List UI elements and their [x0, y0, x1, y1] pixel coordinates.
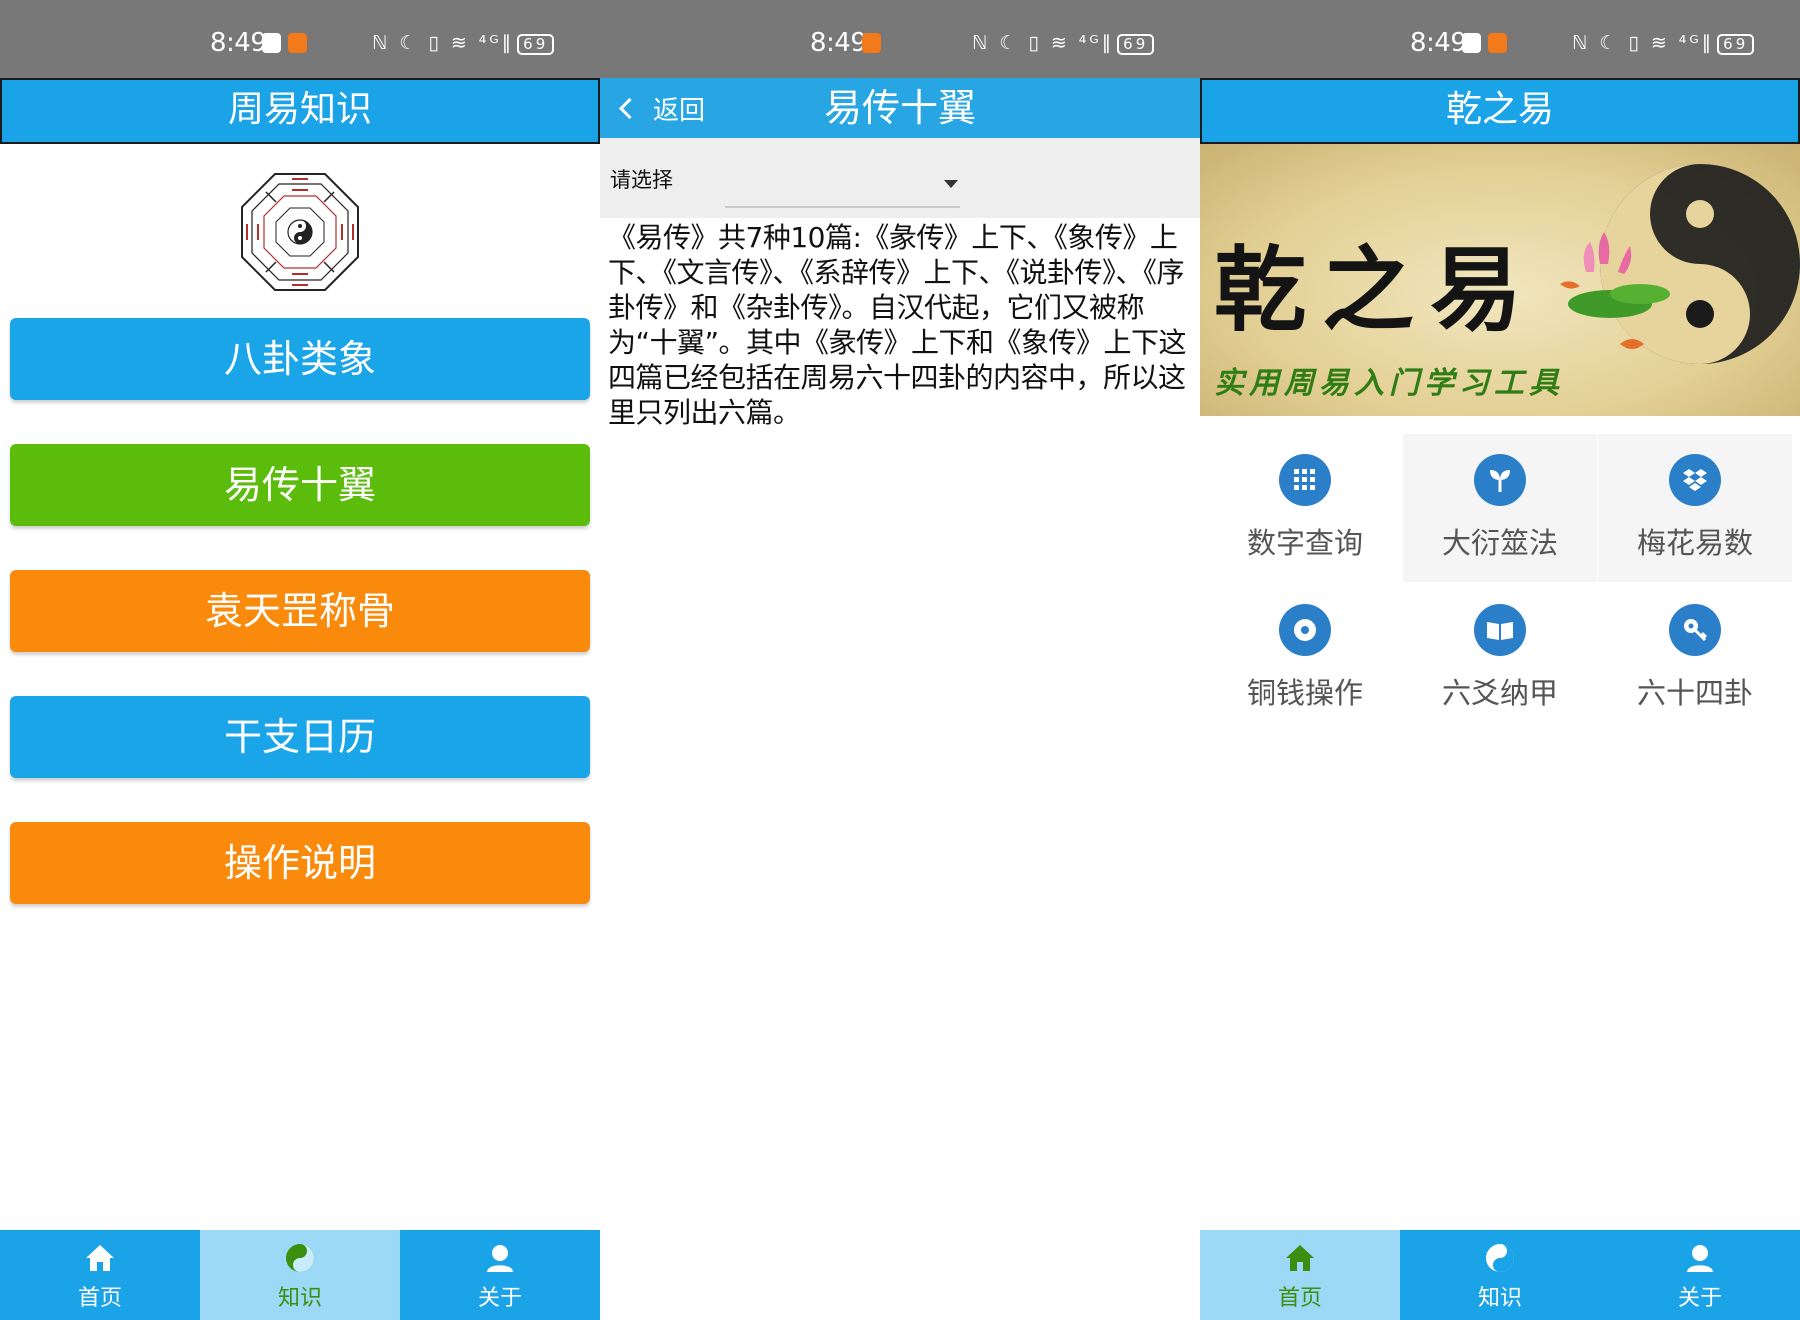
- ganzhi-calendar-button[interactable]: 干支日历: [10, 696, 590, 778]
- chevron-left-icon: [618, 97, 641, 119]
- system-status-icons: ℕ ☾ ▯ ≋ ⁴ᴳ∥ 69: [372, 32, 555, 55]
- grid-item-label: 梅花易数: [1636, 526, 1753, 560]
- coin-icon: [1279, 604, 1331, 656]
- battery-icon: 69: [1117, 34, 1155, 55]
- grid-item-64-hexagrams[interactable]: 六十四卦: [1598, 584, 1792, 732]
- back-button[interactable]: 返回: [616, 88, 705, 128]
- grid-item-label: 六爻纳甲: [1441, 676, 1558, 710]
- qq-notification-icon: [1462, 33, 1481, 53]
- page-title: 周易知识: [0, 78, 600, 144]
- home-icon: [1286, 1245, 1314, 1271]
- system-status-icons: ℕ ☾ ▯ ≋ ⁴ᴳ∥ 69: [972, 32, 1155, 55]
- grid-item-label: 大衍筮法: [1441, 526, 1558, 560]
- status-bar: 8:49 ℕ ☾ ▯ ≋ ⁴ᴳ∥ 69: [0, 0, 600, 78]
- chapter-select-bar: 请选择: [600, 138, 1200, 218]
- book-icon: [1474, 604, 1526, 656]
- nav-bar: 易传十翼 返回: [600, 78, 1200, 138]
- signal-icons: ℕ ☾ ▯ ≋ ⁴ᴳ∥: [972, 32, 1115, 54]
- key-icon: [1669, 604, 1721, 656]
- signal-icons: ℕ ☾ ▯ ≋ ⁴ᴳ∥: [372, 32, 515, 54]
- status-time: 8:49: [810, 28, 867, 58]
- page-title: 乾之易: [1200, 78, 1800, 144]
- battery-icon: 69: [1717, 34, 1755, 55]
- instructions-button[interactable]: 操作说明: [10, 822, 590, 904]
- tab-knowledge-label: 知识: [1477, 1286, 1522, 1311]
- sprout-icon: [1474, 454, 1526, 506]
- battery-icon: 69: [517, 34, 555, 55]
- grid-item-dayan[interactable]: 大衍筮法: [1403, 434, 1597, 582]
- banner-title: 乾之易: [1214, 236, 1539, 344]
- back-label: 返回: [653, 95, 706, 126]
- yizhuan-screen: 8:49 ℕ ☾ ▯ ≋ ⁴ᴳ∥ 69 易传十翼 返回 请选择 《易传》共7种10…: [600, 0, 1200, 1320]
- qq-notification-icon: [262, 33, 281, 53]
- tab-knowledge-label: 知识: [277, 1286, 322, 1311]
- play-notification-icon: [1488, 33, 1507, 53]
- system-status-icons: ℕ ☾ ▯ ≋ ⁴ᴳ∥ 69: [1572, 32, 1755, 55]
- bottom-tab-bar: 首页 知识 关于: [1200, 1230, 1800, 1320]
- tab-home-label: 首页: [1277, 1286, 1322, 1311]
- bagua-icon: [241, 173, 359, 291]
- yizhuan-shiyi-button[interactable]: 易传十翼: [10, 444, 590, 526]
- tab-home-label: 首页: [77, 1286, 122, 1311]
- status-time: 8:49: [210, 28, 267, 58]
- status-time: 8:49: [1410, 28, 1467, 58]
- app-banner: 乾之易 实用周易入门学习工具: [1200, 144, 1800, 416]
- bagua-leixiang-button[interactable]: 八卦类象: [10, 318, 590, 400]
- tab-knowledge[interactable]: 知识: [200, 1230, 400, 1320]
- knowledge-screen: 8:49 ℕ ☾ ▯ ≋ ⁴ᴳ∥ 69 周易知识 八卦类象 易传十翼 袁天罡称骨 …: [0, 0, 600, 1320]
- yinyang-icon: [1486, 1244, 1514, 1272]
- tab-home[interactable]: 首页: [1200, 1230, 1400, 1320]
- play-notification-icon: [862, 33, 881, 53]
- tab-knowledge[interactable]: 知识: [1400, 1230, 1600, 1320]
- yinyang-icon: [286, 1244, 314, 1272]
- tab-home[interactable]: 首页: [0, 1230, 200, 1320]
- tab-about[interactable]: 关于: [400, 1230, 600, 1320]
- home-screen: 8:49 ℕ ☾ ▯ ≋ ⁴ᴳ∥ 69 乾之易 乾之易 实用周易入门学习工具 数字…: [1200, 0, 1800, 1320]
- yuantiangang-chenggu-button[interactable]: 袁天罡称骨: [10, 570, 590, 652]
- grid-item-label: 六十四卦: [1636, 676, 1753, 710]
- grid-item-meihua[interactable]: 梅花易数: [1598, 434, 1792, 582]
- article-text: 《易传》共7种10篇:《彖传》上下、《象传》上下、《文言传》、《系辞传》上下、《…: [608, 221, 1187, 429]
- keypad-icon: [1279, 454, 1331, 506]
- status-bar: 8:49 ℕ ☾ ▯ ≋ ⁴ᴳ∥ 69: [600, 0, 1200, 78]
- grid-item-number-query[interactable]: 数字查询: [1208, 434, 1402, 582]
- tab-about[interactable]: 关于: [1600, 1230, 1800, 1320]
- signal-icons: ℕ ☾ ▯ ≋ ⁴ᴳ∥: [1572, 32, 1715, 54]
- chevron-down-icon[interactable]: [944, 180, 958, 188]
- bottom-tab-bar: 首页 知识 关于: [0, 1230, 600, 1320]
- tab-about-label: 关于: [477, 1286, 522, 1311]
- user-icon: [487, 1245, 513, 1272]
- select-placeholder: 请选择: [610, 168, 673, 192]
- chapter-select[interactable]: [725, 206, 960, 208]
- status-bar: 8:49 ℕ ☾ ▯ ≋ ⁴ᴳ∥ 69: [1200, 0, 1800, 78]
- play-notification-icon: [288, 33, 307, 53]
- grid-item-label: 铜钱操作: [1246, 676, 1363, 710]
- home-icon: [86, 1245, 114, 1271]
- tab-about-label: 关于: [1677, 1286, 1722, 1311]
- grid-item-coin[interactable]: 铜钱操作: [1208, 584, 1402, 732]
- user-icon: [1687, 1245, 1713, 1272]
- grid-item-label: 数字查询: [1246, 526, 1363, 560]
- dropbox-icon: [1669, 454, 1721, 506]
- grid-item-liuyao[interactable]: 六爻纳甲: [1403, 584, 1597, 732]
- banner-subtitle: 实用周易入门学习工具: [1214, 366, 1564, 401]
